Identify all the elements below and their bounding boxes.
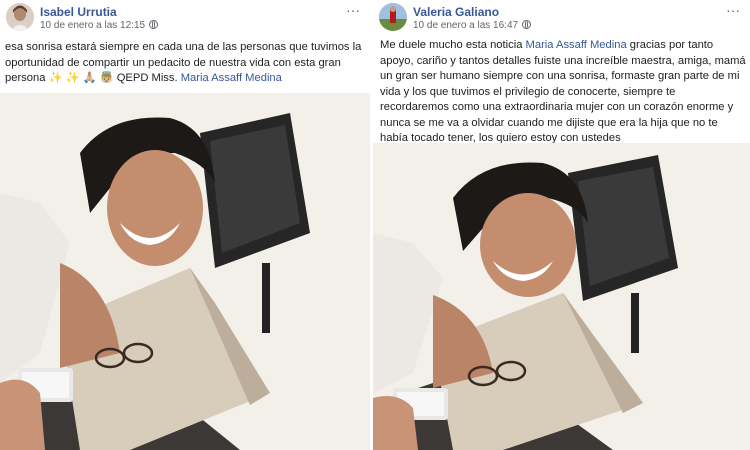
date-text[interactable]: 10 de enero a las 12:15 (40, 20, 145, 31)
post-body-end: gracias por tanto apoyo, cariño y tantos… (380, 39, 746, 144)
mention-link[interactable]: Maria Assaff Medina (181, 72, 282, 84)
avatar[interactable] (6, 3, 34, 31)
post-header: Valeria Galiano 10 de enero a las 16:47 … (373, 0, 750, 34)
post-timestamp[interactable]: 10 de enero a las 12:15 (40, 20, 159, 31)
date-text[interactable]: 10 de enero a las 16:47 (413, 20, 518, 31)
author-name[interactable]: Valeria Galiano (413, 5, 499, 19)
more-options-icon[interactable]: ··· (726, 2, 740, 18)
avatar[interactable] (379, 3, 407, 31)
post-photo[interactable] (0, 93, 370, 450)
post-valeria: Valeria Galiano 10 de enero a las 16:47 … (373, 0, 750, 450)
globe-icon (522, 20, 532, 29)
more-options-icon[interactable]: ··· (346, 2, 360, 18)
mention-link[interactable]: Maria Assaff Medina (526, 39, 627, 51)
post-text: esa sonrisa estará siempre en cada una d… (5, 40, 367, 87)
globe-icon (149, 20, 159, 29)
post-timestamp[interactable]: 10 de enero a las 16:47 (413, 20, 532, 31)
post-header: Isabel Urrutia 10 de enero a las 12:15 ·… (0, 0, 370, 34)
post-photo[interactable] (373, 143, 750, 450)
post-isabel: Isabel Urrutia 10 de enero a las 12:15 ·… (0, 0, 370, 450)
post-body-start: Me duele mucho esta noticia (380, 39, 523, 51)
author-name[interactable]: Isabel Urrutia (40, 5, 117, 19)
